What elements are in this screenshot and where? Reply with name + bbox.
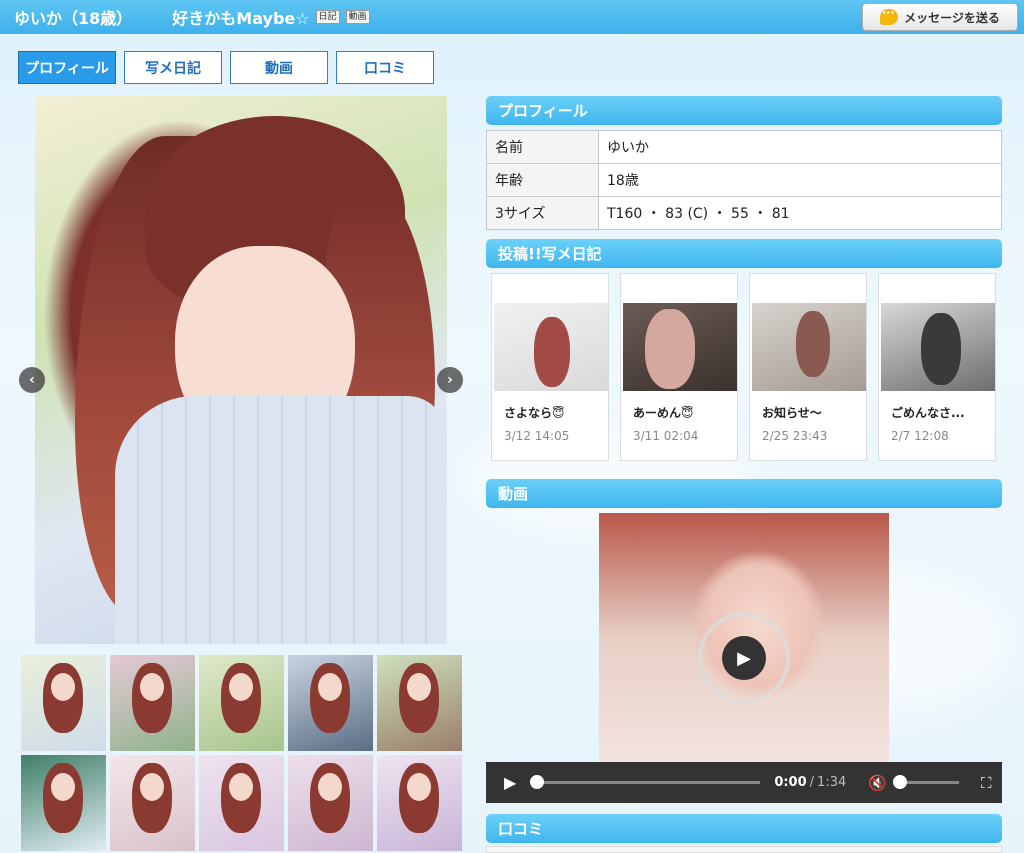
chat-bubble-icon (880, 6, 899, 25)
girl-name: ゆいか（18歳） (14, 9, 133, 28)
profile-value-age: 18歳 (598, 163, 1002, 197)
tab-photo-diary[interactable]: 写メ日記 (124, 51, 222, 84)
diary-title: あーめん😇 (633, 406, 694, 420)
volume-slider[interactable] (892, 775, 959, 789)
profile-section-heading: プロフィール (486, 96, 1002, 125)
gallery-thumbnail[interactable] (199, 655, 284, 751)
chevron-left-icon: ‹ (29, 372, 35, 388)
thumb-face (229, 773, 253, 801)
big-play-button[interactable]: ▶ (698, 612, 790, 704)
reviews-section-heading: 口コミ (486, 814, 1002, 843)
tab-profile[interactable]: プロフィール (18, 51, 116, 84)
current-time: 0:00 (774, 775, 807, 790)
photo-uniform (115, 396, 447, 644)
tab-reviews[interactable]: 口コミ (336, 51, 434, 84)
thumb-face (229, 673, 253, 701)
thumbnail-grid (21, 655, 462, 851)
gallery-prev-button[interactable]: ‹ (19, 367, 45, 393)
video-section-heading: 動画 (486, 479, 1002, 508)
profile-label-name: 名前 (486, 130, 599, 164)
diary-thumbnail (881, 303, 995, 391)
diary-thumbnail (752, 303, 866, 391)
diary-date: 2/25 23:43 (762, 429, 828, 443)
diary-card[interactable]: あーめん😇 3/11 02:04 (620, 273, 738, 461)
diary-card[interactable]: さよなら😇 3/12 14:05 (491, 273, 609, 461)
diary-thumbnail (494, 303, 608, 391)
thumb-face (51, 773, 75, 801)
table-row: 年齢 18歳 (486, 163, 1002, 197)
gallery-thumbnail[interactable] (288, 755, 373, 851)
profile-label-sizes: 3サイズ (486, 196, 599, 230)
main-profile-photo (35, 96, 447, 644)
profile-table: 名前 ゆいか 年齢 18歳 3サイズ T160 ・ 83 (C) ・ 55 ・ … (486, 130, 1002, 230)
mute-icon[interactable]: 🔇 (868, 774, 887, 792)
catchphrase: 好きかもMaybe☆ (172, 9, 310, 28)
seek-bar[interactable] (530, 775, 761, 789)
thumb-face (140, 773, 164, 801)
diary-date: 2/7 12:08 (891, 429, 949, 443)
video-badge: 動画 (345, 10, 370, 24)
profile-label-age: 年齢 (486, 163, 599, 197)
diary-card[interactable]: ごめんなさ... 2/7 12:08 (878, 273, 996, 461)
table-row: 名前 ゆいか (486, 130, 1002, 164)
thumb-face (407, 773, 431, 801)
diary-thumb-figure (921, 313, 961, 385)
gallery-thumbnail[interactable] (21, 655, 106, 751)
profile-value-sizes: T160 ・ 83 (C) ・ 55 ・ 81 (598, 196, 1002, 230)
diary-thumb-figure (534, 317, 570, 387)
chevron-right-icon: › (447, 372, 453, 388)
thumb-face (318, 773, 342, 801)
duration: 1:34 (817, 775, 847, 790)
video-poster[interactable]: ▶ (599, 513, 889, 762)
gallery-thumbnail[interactable] (21, 755, 106, 851)
gallery-thumbnail[interactable] (377, 755, 462, 851)
diary-thumb-figure (796, 311, 830, 377)
diary-section-heading: 投稿!!写メ日記 (486, 239, 1002, 268)
diary-badge: 日記 (315, 10, 340, 24)
play-icon: ▶ (722, 636, 766, 680)
profile-value-name: ゆいか (598, 130, 1002, 164)
gallery-next-button[interactable]: › (437, 367, 463, 393)
fullscreen-icon[interactable]: ⛶ (981, 774, 992, 792)
diary-thumb-figure (645, 309, 695, 389)
thumb-face (51, 673, 75, 701)
title-bar: ゆいか（18歳） 好きかもMaybe☆ 日記 動画 メッセージを送る (0, 0, 1024, 34)
diary-title: さよなら😇 (504, 406, 565, 420)
tab-video[interactable]: 動画 (230, 51, 328, 84)
diary-date: 3/12 14:05 (504, 429, 570, 443)
tab-bar: プロフィール 写メ日記 動画 口コミ (18, 51, 434, 84)
gallery-thumbnail[interactable] (377, 655, 462, 751)
send-message-label: メッセージを送る (904, 10, 1000, 25)
table-row: 3サイズ T160 ・ 83 (C) ・ 55 ・ 81 (486, 196, 1002, 230)
reviews-panel (486, 846, 1002, 853)
diary-title: お知らせ〜 (762, 406, 822, 420)
volume-handle[interactable] (892, 775, 907, 789)
diary-card[interactable]: お知らせ〜 2/25 23:43 (749, 273, 867, 461)
diary-list: さよなら😇 3/12 14:05 あーめん😇 3/11 02:04 お知らせ〜 … (491, 273, 996, 461)
send-message-button[interactable]: メッセージを送る (862, 3, 1018, 31)
play-icon[interactable]: ▶ (504, 773, 516, 792)
time-separator: / (809, 775, 815, 790)
video-player: ▶ ▶ 0:00 / 1:34 🔇 ⛶ (486, 513, 1002, 803)
thumb-face (407, 673, 431, 701)
video-controls: ▶ 0:00 / 1:34 🔇 ⛶ (486, 762, 1002, 803)
diary-thumbnail (623, 303, 737, 391)
gallery-thumbnail[interactable] (110, 655, 195, 751)
diary-title: ごめんなさ... (891, 406, 965, 420)
thumb-face (140, 673, 164, 701)
seek-handle[interactable] (530, 775, 545, 789)
diary-date: 3/11 02:04 (633, 429, 699, 443)
gallery-thumbnail[interactable] (110, 755, 195, 851)
gallery-thumbnail[interactable] (288, 655, 373, 751)
gallery-thumbnail[interactable] (199, 755, 284, 851)
thumb-face (318, 673, 342, 701)
